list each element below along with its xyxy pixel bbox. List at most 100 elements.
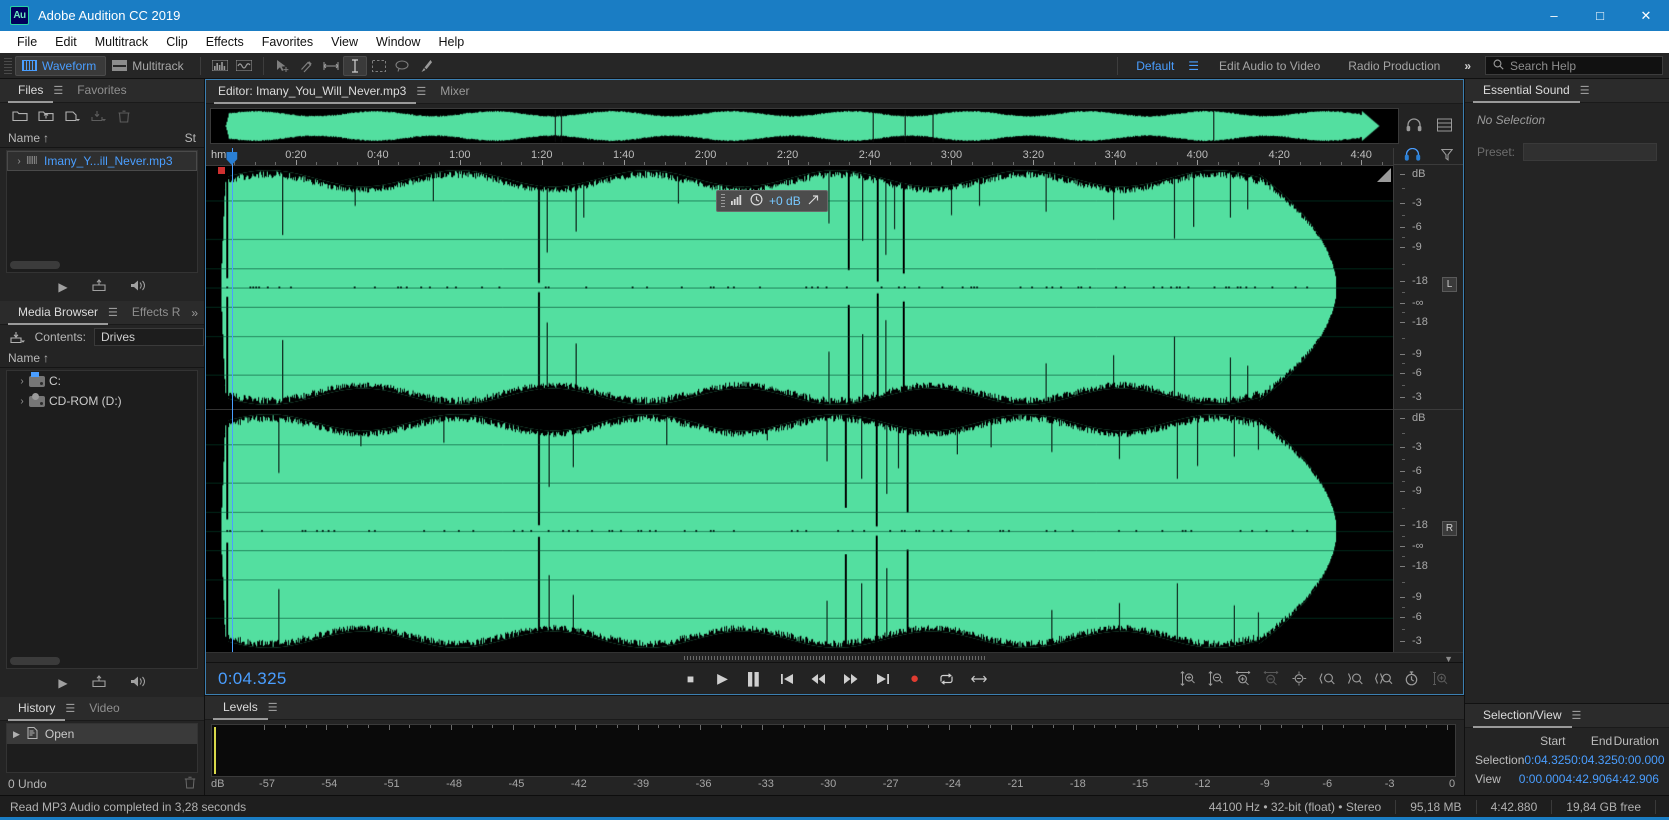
channel-badge-right[interactable]: R [1442, 521, 1457, 537]
paintbrush-select-icon[interactable] [415, 56, 439, 76]
tab-editor[interactable]: Editor: Imany_You_Will_Never.mp3 [214, 80, 417, 104]
tab-media-browser[interactable]: Media Browser [8, 301, 109, 325]
status-resize-grip[interactable] [1655, 799, 1669, 814]
zoom-to-selection-left-button[interactable] [1318, 669, 1337, 688]
pause-button[interactable]: ▌▌ [746, 670, 764, 688]
workspace-edit-audio-to-video[interactable]: Edit Audio to Video [1205, 53, 1334, 79]
list-item[interactable]: › C: [7, 371, 197, 391]
sv-view-end[interactable]: 4:42.906 [1565, 770, 1613, 789]
clear-history-icon[interactable] [184, 776, 196, 792]
chevron-right-icon[interactable]: › [15, 396, 29, 407]
waveform-main[interactable]: hms 0:20 0:40 1:00 1:20 1:40 2:00 2:20 2:40 3:00… [206, 148, 1393, 652]
media-browser-more-icon[interactable]: » [191, 306, 204, 320]
menu-favorites[interactable]: Favorites [253, 31, 322, 53]
channel-badge-left[interactable]: L [1442, 277, 1457, 293]
workspace-more-icon[interactable]: » [1454, 53, 1481, 79]
toolbar-grip[interactable] [4, 57, 12, 74]
levels-panel-menu-icon[interactable]: ☰ [268, 701, 282, 714]
loop-button[interactable] [938, 670, 956, 688]
move-tool-icon[interactable] [271, 56, 295, 76]
rewind-button[interactable] [810, 670, 828, 688]
sv-selection-duration[interactable]: 0:00.000 [1618, 751, 1665, 770]
skip-button[interactable] [970, 670, 988, 688]
zoom-to-selection-timer-button[interactable] [1402, 669, 1421, 688]
waveform-mode-button[interactable]: Waveform [15, 55, 107, 76]
move-to-next-button[interactable] [874, 670, 892, 688]
zoom-to-selection-right-button[interactable] [1346, 669, 1365, 688]
gain-adjustment-chip[interactable]: +0 dB [716, 190, 828, 212]
menu-file[interactable]: File [8, 31, 46, 53]
menu-clip[interactable]: Clip [157, 31, 197, 53]
import-file-icon[interactable] [34, 106, 58, 126]
zoom-in-amplitude-button[interactable] [1178, 669, 1197, 688]
menu-multitrack[interactable]: Multitrack [86, 31, 157, 53]
media-browser-menu-icon[interactable]: ☰ [108, 306, 122, 319]
lasso-select-icon[interactable] [391, 56, 415, 76]
multitrack-mode-button[interactable]: Multitrack [106, 56, 192, 76]
zoom-out-amplitude-button[interactable] [1206, 669, 1225, 688]
sv-view-start[interactable]: 0:00.000 [1519, 770, 1566, 789]
contents-dropdown[interactable]: Drives [94, 328, 204, 346]
status-free-space[interactable]: 19,84 GB free [1551, 799, 1655, 814]
levels-clip-indicator[interactable] [214, 727, 216, 774]
preset-dropdown[interactable] [1523, 143, 1657, 161]
new-file-icon[interactable] [60, 106, 84, 126]
spectral-pitch-icon[interactable] [232, 56, 256, 76]
status-file-size[interactable]: 95,18 MB [1395, 799, 1475, 814]
sv-selection-end[interactable]: 0:04.325 [1571, 751, 1618, 770]
selection-start-marker[interactable] [218, 167, 225, 174]
minimize-button[interactable]: – [1531, 0, 1577, 31]
close-file-icon[interactable] [112, 106, 136, 126]
maximize-button[interactable]: □ [1577, 0, 1623, 31]
current-time-display[interactable]: 0:04.325 [206, 669, 287, 689]
search-help-input[interactable]: Search Help [1485, 56, 1663, 75]
record-button[interactable]: ● [906, 670, 924, 688]
drives-list[interactable]: › C: › CD-ROM (D:) [6, 370, 198, 669]
play-button[interactable]: ▶ [714, 670, 732, 688]
status-sample-rate[interactable]: 44100 Hz • 32-bit (float) • Stereo [1195, 800, 1396, 814]
media-browser-shortcuts-icon[interactable] [7, 327, 27, 347]
sv-view-duration[interactable]: 4:42.906 [1612, 770, 1659, 789]
status-duration[interactable]: 4:42.880 [1475, 799, 1552, 814]
channel-right[interactable] [206, 409, 1393, 652]
zoom-to-selection-button[interactable] [1374, 669, 1393, 688]
essential-sound-menu-icon[interactable]: ☰ [1580, 84, 1594, 97]
arrow-icon[interactable] [807, 194, 820, 209]
clock-icon[interactable] [750, 193, 763, 209]
selection-view-menu-icon[interactable]: ☰ [1572, 709, 1586, 722]
move-to-previous-button[interactable] [778, 670, 796, 688]
workspace-radio-production[interactable]: Radio Production [1334, 53, 1454, 79]
media-browser-column-name[interactable]: Name [8, 351, 40, 365]
chevron-right-icon[interactable]: › [12, 156, 26, 167]
menu-window[interactable]: Window [367, 31, 429, 53]
zoom-out-time-button[interactable] [1262, 669, 1281, 688]
close-button[interactable]: ✕ [1623, 0, 1669, 31]
workspace-default[interactable]: Default [1122, 53, 1188, 79]
auto-play-icon[interactable] [130, 675, 146, 691]
slip-tool-icon[interactable] [295, 56, 319, 76]
gain-chip-grip[interactable] [721, 194, 725, 208]
levels-meter[interactable] [211, 724, 1456, 777]
horizontal-scrollbar[interactable]: ▼ [206, 652, 1463, 664]
headphones-icon[interactable] [1404, 148, 1421, 164]
list-item[interactable]: ▶ Open [7, 724, 197, 744]
editor-panel-menu-icon[interactable]: ☰ [416, 85, 430, 98]
timeline-ruler[interactable]: hms 0:20 0:40 1:00 1:20 1:40 2:00 2:20 2:40 3:00… [206, 148, 1393, 166]
tab-mixer[interactable]: Mixer [430, 80, 479, 104]
layout-icon[interactable] [1436, 118, 1452, 135]
tab-levels[interactable]: Levels [213, 696, 268, 720]
tab-history[interactable]: History [8, 697, 66, 721]
auto-play-icon[interactable] [130, 279, 146, 295]
menu-view[interactable]: View [322, 31, 367, 53]
levels-icon[interactable] [731, 194, 744, 208]
files-column-status[interactable]: St [185, 131, 204, 145]
insert-into-multitrack-icon[interactable] [92, 675, 106, 691]
insert-into-multitrack-icon[interactable] [92, 279, 106, 295]
list-item[interactable]: › ‖‖‖ Imany_Y...ill_Never.mp3 [7, 151, 197, 171]
time-selection-icon[interactable] [319, 56, 343, 76]
zoom-in-time-button[interactable] [1234, 669, 1253, 688]
overview-waveform[interactable] [210, 108, 1399, 144]
drives-list-hscrollbar[interactable] [10, 657, 60, 665]
fast-forward-button[interactable] [842, 670, 860, 688]
funnel-icon[interactable] [1440, 148, 1454, 164]
